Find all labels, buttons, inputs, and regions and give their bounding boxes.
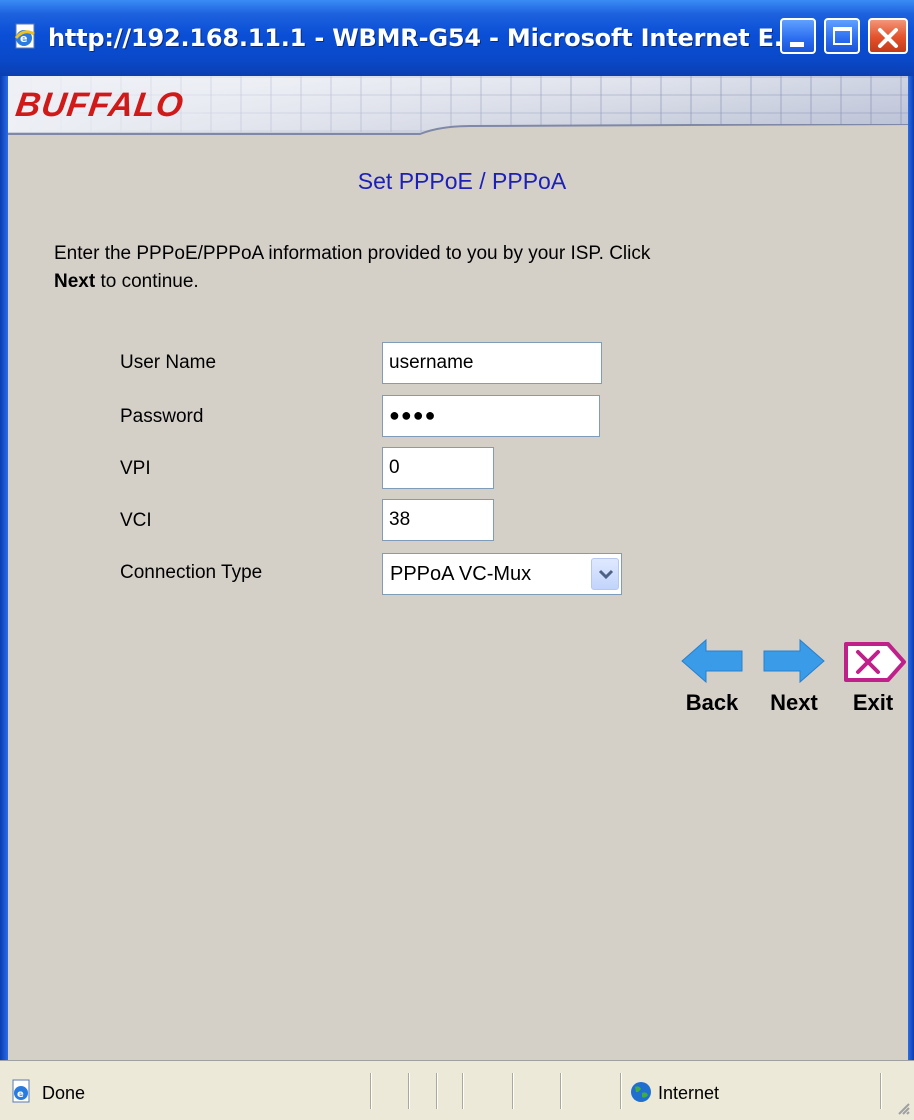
page-content: Set PPPoE / PPPoA Enter the PPPoE/PPPoA … [10, 142, 914, 1060]
intro-text: Enter the PPPoE/PPPoA information provid… [54, 240, 854, 296]
minimize-button[interactable] [780, 18, 816, 54]
page-title: Set PPPoE / PPPoA [357, 168, 567, 194]
intro-text-after: to continue. [95, 271, 199, 292]
exit-button[interactable]: Exit [838, 636, 908, 746]
maximize-icon [833, 27, 852, 45]
vpi-label: VPI [120, 458, 151, 479]
exit-icon [844, 642, 906, 682]
next-label: Next [770, 690, 818, 715]
svg-text:e: e [20, 32, 27, 45]
password-input[interactable]: ●●●● [382, 395, 600, 437]
banner-swoosh [0, 124, 914, 142]
close-button[interactable] [868, 18, 908, 54]
internet-globe-icon [631, 1082, 651, 1102]
window-title: http://192.168.11.1 - WBMR-G54 - Microso… [48, 24, 801, 52]
connection-type-value: PPPoA VC-Mux [390, 563, 532, 585]
security-zone-text: Internet [658, 1083, 720, 1103]
connection-type-select[interactable]: PPPoA VC-Mux [382, 553, 622, 595]
intro-text-bold: Next [54, 271, 96, 292]
chevron-down-icon [598, 569, 614, 580]
next-arrow-icon [763, 638, 825, 684]
svg-text:e: e [17, 1089, 24, 1100]
exit-label: Exit [852, 690, 894, 715]
dropdown-arrow[interactable] [591, 558, 619, 590]
vpi-input[interactable]: 0 [382, 447, 494, 489]
back-button[interactable]: Back [676, 636, 748, 746]
ie-page-done-icon: e [12, 1079, 30, 1103]
window-frame-left [0, 76, 8, 1066]
maximize-button[interactable] [824, 18, 860, 54]
intro-text-before: Enter the PPPoE/PPPoA information provid… [54, 243, 651, 264]
vci-label: VCI [120, 510, 152, 531]
ie-page-icon: e [14, 23, 35, 49]
close-icon [878, 28, 898, 48]
back-label: Back [685, 690, 739, 715]
minimize-icon [790, 42, 804, 47]
window-title-bar[interactable]: e http://192.168.11.1 - WBMR-G54 - Micro… [0, 0, 914, 76]
vci-input[interactable]: 38 [382, 499, 494, 541]
buffalo-logo: BUFFALO [13, 86, 187, 124]
resize-grip-icon[interactable] [896, 1101, 910, 1115]
username-label: User Name [120, 352, 217, 373]
next-button[interactable]: Next [758, 636, 830, 746]
status-bar: e Done Internet [0, 1060, 914, 1120]
status-text: Done [42, 1083, 86, 1103]
username-input[interactable]: username [382, 342, 602, 384]
password-label: Password [120, 406, 204, 427]
back-arrow-icon [681, 638, 743, 684]
connection-type-label: Connection Type [120, 562, 263, 583]
